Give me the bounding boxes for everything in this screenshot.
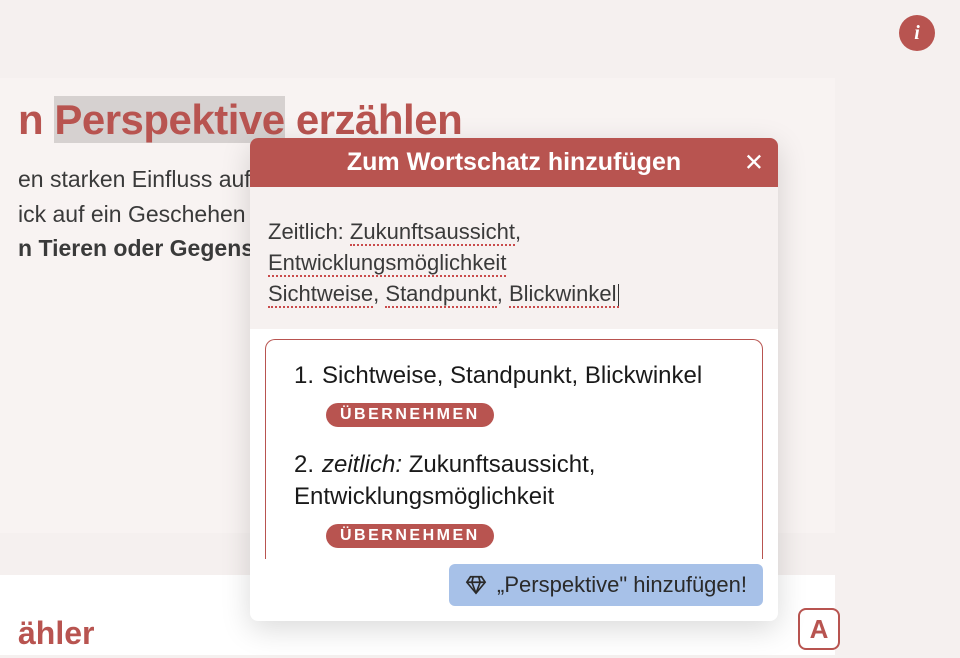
title-highlighted-word: Perspektive [54,96,284,143]
vocabulary-popup: Zum Wortschatz hinzufügen ✕ Zeitlich: Zu… [250,138,778,621]
input-text: Zeitlich: [268,219,350,244]
option-item: 2.zeitlich: Zukunftsaussicht, Entwicklun… [294,449,734,548]
input-word: Zukunftsaussicht [350,219,515,246]
input-word: Standpunkt [385,281,496,308]
close-icon[interactable]: ✕ [744,148,764,177]
info-button[interactable]: i [899,15,935,51]
add-word-label: „Perspektive" hinzufügen! [497,572,747,598]
page-title: n Perspektive erzählen [18,96,817,144]
input-text: , [373,281,385,306]
input-text: , [497,281,509,306]
accept-button[interactable]: ÜBERNEHMEN [326,524,494,548]
popup-footer: „Perspektive" hinzufügen! [250,559,778,621]
input-text: , [515,219,521,244]
option-number: 2. [294,449,322,481]
popup-title: Zum Wortschatz hinzufügen [347,148,681,177]
option-item: 1.Sichtweise, Standpunkt, Blickwinkel ÜB… [294,360,734,426]
input-word: Blickwinkel [509,281,619,308]
input-word: Sichtweise [268,281,373,308]
vocabulary-input[interactable]: Zeitlich: Zukunftsaussicht, Entwicklungs… [250,187,778,329]
option-text: 1.Sichtweise, Standpunkt, Blickwinkel [294,360,734,392]
diamond-icon [465,574,487,596]
options-panel: 1.Sichtweise, Standpunkt, Blickwinkel ÜB… [265,339,763,559]
popup-header: Zum Wortschatz hinzufügen ✕ [250,138,778,187]
title-text-prefix: n [18,96,54,143]
option-text: 2.zeitlich: Zukunftsaussicht, Entwicklun… [294,449,734,514]
a-button[interactable]: A [798,608,840,650]
accept-button[interactable]: ÜBERNEHMEN [326,403,494,427]
option-number: 1. [294,360,322,392]
title-text-suffix: erzählen [285,96,463,143]
option-label: zeitlich: [322,451,402,478]
option-definition: Sichtweise, Standpunkt, Blickwinkel [322,362,702,389]
add-word-button[interactable]: „Perspektive" hinzufügen! [449,564,763,606]
input-word: Entwicklungsmöglichkeit [268,250,506,277]
